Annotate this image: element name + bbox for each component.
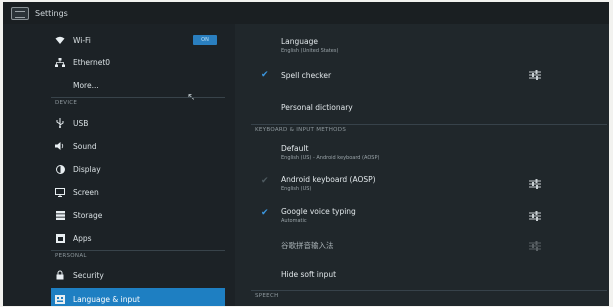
sidebar-item-sound[interactable]: Sound [3,135,235,157]
section-header-personal: PERSONAL [55,253,87,259]
sidebar-item-label: Wi-Fi [73,35,91,45]
pref-title: Google voice typing [281,207,356,216]
sidebar-item-usb[interactable]: USB [3,112,235,134]
sidebar-item-wifi[interactable]: Wi-Fi ON [3,29,235,51]
pref-title: Hide soft input [281,270,337,279]
sidebar-item-screen[interactable]: Screen [3,181,235,203]
sidebar: Wi-Fi ON Ethernet0 More... ↖ DEVICE USB … [3,24,235,306]
section-divider [51,250,225,251]
pref-summary: English (US) - Android keyboard (AOSP) [281,155,380,161]
settings-sliders-icon[interactable] [529,240,541,252]
sidebar-item-label: Language & input [73,294,140,304]
checkmark-icon[interactable]: ✔ [261,176,269,186]
pref-title: Language [281,37,319,46]
pref-language[interactable]: Language English (United States) [235,30,609,56]
section-header-device: DEVICE [55,100,78,106]
pref-title: Personal dictionary [281,103,353,112]
sound-icon [55,141,65,151]
android-screen: Settings Wi-Fi ON Ethernet0 More... ↖ DE… [3,2,609,306]
pref-title: Spell checker [281,71,332,80]
sidebar-item-display[interactable]: Display [3,158,235,180]
section-divider [251,290,607,291]
sidebar-item-more[interactable]: More... [3,74,235,96]
sidebar-item-label: Security [73,270,104,280]
checkmark-icon[interactable]: ✔ [261,70,269,80]
sidebar-item-security[interactable]: Security [3,264,235,286]
pref-title: Default [281,144,309,153]
ethernet-icon [55,57,65,67]
app-title: Settings [35,8,68,18]
pref-google-voice-typing[interactable]: ✔ Google voice typing Automatic [235,202,609,230]
pref-personal-dictionary[interactable]: Personal dictionary [235,96,609,118]
wifi-toggle[interactable]: ON [193,35,217,45]
keyboard-icon [55,294,65,304]
screen-icon [55,187,65,197]
pref-summary: English (United States) [281,48,339,54]
sidebar-item-label: Display [73,164,101,174]
title-bar: Settings [3,2,609,24]
pref-spell-checker[interactable]: ✔ Spell checker [235,64,609,88]
section-divider [251,124,607,125]
pref-pinyin-input[interactable]: 谷歌拼音输入法 [235,234,609,256]
lock-icon [55,270,65,280]
sidebar-item-label: USB [73,118,89,128]
section-header-speech: SPEECH [255,293,279,299]
section-divider [51,97,225,98]
pref-title: Android keyboard (AOSP) [281,175,376,184]
sidebar-item-label: More... [73,80,99,90]
pref-title: 谷歌拼音输入法 [281,241,334,250]
sidebar-item-label: Screen [73,187,99,197]
sidebar-item-ethernet[interactable]: Ethernet0 [3,51,235,73]
pref-summary: Automatic [281,218,307,224]
pref-hide-soft-input[interactable]: Hide soft input [235,264,609,286]
apps-icon [55,233,65,243]
settings-sliders-icon[interactable] [529,178,541,190]
wifi-icon [55,35,65,45]
display-icon [55,164,65,174]
pref-android-keyboard[interactable]: ✔ Android keyboard (AOSP) English (US) [235,170,609,198]
storage-icon [55,210,65,220]
usb-icon [55,118,65,128]
checkmark-icon[interactable]: ✔ [261,208,269,218]
sidebar-item-storage[interactable]: Storage [3,204,235,226]
settings-sliders-icon[interactable] [529,210,541,222]
section-header-keyboard: KEYBOARD & INPUT METHODS [255,127,347,133]
pref-default[interactable]: Default English (US) - Android keyboard … [235,138,609,164]
sidebar-item-label: Apps [73,233,92,243]
sidebar-item-label: Storage [73,210,103,220]
pref-summary: English (US) [281,186,312,192]
sidebar-item-apps[interactable]: Apps [3,227,235,249]
sidebar-item-label: Ethernet0 [73,57,111,67]
sidebar-item-language-input[interactable]: Language & input [51,288,225,306]
language-input-panel: Language English (United States) ✔ Spell… [235,24,609,306]
settings-app-icon[interactable] [11,6,29,20]
settings-sliders-icon[interactable] [529,69,541,81]
sidebar-item-label: Sound [73,141,97,151]
